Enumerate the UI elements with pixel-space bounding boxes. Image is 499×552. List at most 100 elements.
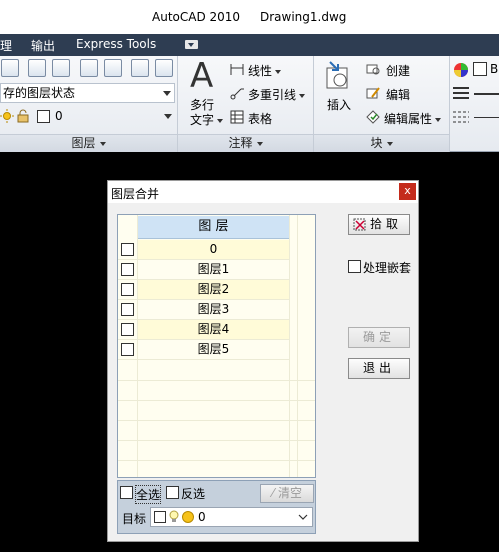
pick-button[interactable]: 拾取 <box>348 214 410 235</box>
lineweight-preview[interactable] <box>474 93 499 95</box>
layer-list[interactable]: 图 层 0 图层1 图层2 图层3 图层4 图层5 <box>117 214 316 478</box>
create-label: 创建 <box>386 64 411 78</box>
process-nested-box[interactable] <box>348 260 361 273</box>
layer-row[interactable]: 图层1 <box>118 260 289 280</box>
edit-attributes-icon <box>366 110 380 124</box>
ribbon-tab-bar: 理 输出 Express Tools <box>0 34 499 56</box>
lightbulb-icon <box>169 510 179 522</box>
annotation-panel: A 多行 文字 线性 多重引线 表格 注释 <box>178 56 314 152</box>
layer-row[interactable]: 图层3 <box>118 300 289 320</box>
tab-manage[interactable]: 理 <box>0 37 12 54</box>
chevron-down-icon <box>164 114 172 119</box>
block-panel: 插入 创建 编辑 编辑属性 块 <box>314 56 450 152</box>
minimize-ribbon-button[interactable] <box>185 40 198 49</box>
lineweight-icon[interactable] <box>453 86 469 100</box>
sun-icon <box>182 511 194 523</box>
tab-express-tools[interactable]: Express Tools <box>76 37 156 51</box>
layer-checkbox[interactable] <box>121 243 134 256</box>
layer-checkbox[interactable] <box>121 303 134 316</box>
mtext-label-2: 文字 <box>190 111 224 128</box>
layer-name: 图层2 <box>138 280 289 299</box>
properties-panel: B <box>450 56 499 152</box>
color-swatch-icon[interactable] <box>473 62 487 76</box>
edit-label: 编辑 <box>386 88 411 102</box>
target-label: 目标 <box>122 512 147 526</box>
sun-icon <box>0 109 14 123</box>
layers-panel-title[interactable]: 图层 <box>0 134 177 152</box>
divider <box>297 215 298 477</box>
layer-checkbox[interactable] <box>121 283 134 296</box>
linetype-icon[interactable] <box>453 110 469 124</box>
chevron-down-icon <box>99 141 106 146</box>
layer-checkbox[interactable] <box>121 263 134 276</box>
ok-button[interactable]: 确定 <box>348 327 410 348</box>
grid-line <box>118 460 315 461</box>
lock-icon <box>17 109 29 123</box>
layer-checkbox[interactable] <box>121 323 134 336</box>
layer-row[interactable]: 图层4 <box>118 320 289 340</box>
linear-label: 线性 <box>248 64 273 78</box>
color-value-fragment: B <box>490 62 499 76</box>
layer-column-header[interactable]: 图 层 <box>138 216 289 239</box>
color-swatch-icon <box>37 110 50 123</box>
invert-selection-label: 反选 <box>181 487 206 501</box>
layer-name: 图层1 <box>138 260 289 279</box>
tab-output[interactable]: 输出 <box>31 37 55 54</box>
chevron-down-icon <box>386 141 393 146</box>
grid-line <box>118 380 315 381</box>
layer-off-icon[interactable] <box>155 59 173 77</box>
layer-unisolate-icon[interactable] <box>104 59 122 77</box>
close-button[interactable]: x <box>399 183 416 200</box>
layer-isolate-icon[interactable] <box>80 59 98 77</box>
exit-button[interactable]: 退出 <box>348 358 410 379</box>
layer-merge-dialog: 图层合并 x 图 层 0 图层1 图层2 图层3 图层4 图层5 全选 反选 ⁄… <box>107 180 419 542</box>
target-value: 0 <box>198 510 206 524</box>
block-panel-title[interactable]: 块 <box>314 134 449 152</box>
app-title: AutoCAD 2010 <box>152 10 241 24</box>
insert-block-icon <box>326 61 348 89</box>
annotation-panel-title[interactable]: 注释 <box>178 134 313 152</box>
layer-row[interactable]: 图层5 <box>118 340 289 360</box>
dialog-title-bar[interactable]: 图层合并 x <box>108 181 418 203</box>
layer-name: 图层4 <box>138 320 289 339</box>
pick-icon <box>353 218 366 231</box>
color-wheel-icon[interactable] <box>453 62 469 78</box>
edit-attributes-label: 编辑属性 <box>384 112 433 126</box>
grid-line <box>118 420 315 421</box>
layer-row[interactable]: 图层2 <box>118 280 289 300</box>
color-swatch-icon <box>154 511 166 523</box>
layer-match-icon[interactable] <box>28 59 46 77</box>
invert-selection-box[interactable] <box>166 486 179 499</box>
target-layer-dropdown[interactable]: 0 <box>150 507 313 527</box>
grid-line <box>118 440 315 441</box>
current-layer-value: 0 <box>55 109 63 123</box>
select-all-box[interactable] <box>120 486 133 499</box>
chevron-down-icon <box>163 91 171 96</box>
multileader-label: 多重引线 <box>248 88 297 102</box>
list-footer: 全选 反选 ⁄ 清空 目标 0 <box>117 480 316 534</box>
layer-row[interactable]: 0 <box>118 240 289 260</box>
document-title: Drawing1.dwg <box>260 10 347 24</box>
linetype-preview[interactable] <box>474 117 499 118</box>
multileader-icon <box>230 88 244 100</box>
table-icon <box>230 110 244 124</box>
clear-icon: ⁄ <box>271 486 274 500</box>
layer-tool-icon[interactable] <box>1 59 19 77</box>
clear-button[interactable]: ⁄ 清空 <box>260 484 314 503</box>
layer-state-value: 存的图层状态 <box>3 86 76 100</box>
layer-freeze-icon[interactable] <box>131 59 149 77</box>
grid-line <box>118 400 315 401</box>
layers-panel: 存的图层状态 0 图层 <box>0 56 178 152</box>
process-nested-label: 处理嵌套 <box>363 261 412 275</box>
multiline-text-icon: A <box>190 56 214 96</box>
chevron-down-icon <box>256 141 263 146</box>
chevron-down-icon <box>298 514 308 520</box>
layer-state-dropdown[interactable]: 存的图层状态 <box>0 83 175 103</box>
current-layer-dropdown[interactable]: 0 <box>0 107 175 127</box>
title-bar: AutoCAD 2010 Drawing1.dwg <box>0 0 499 34</box>
ribbon: 存的图层状态 0 图层 A 多行 文字 线性 多重引线 表格 注释 插入 创建 … <box>0 56 499 152</box>
layer-name: 图层3 <box>138 300 289 319</box>
layer-previous-icon[interactable] <box>52 59 70 77</box>
edit-block-icon <box>366 87 380 99</box>
layer-checkbox[interactable] <box>121 343 134 356</box>
